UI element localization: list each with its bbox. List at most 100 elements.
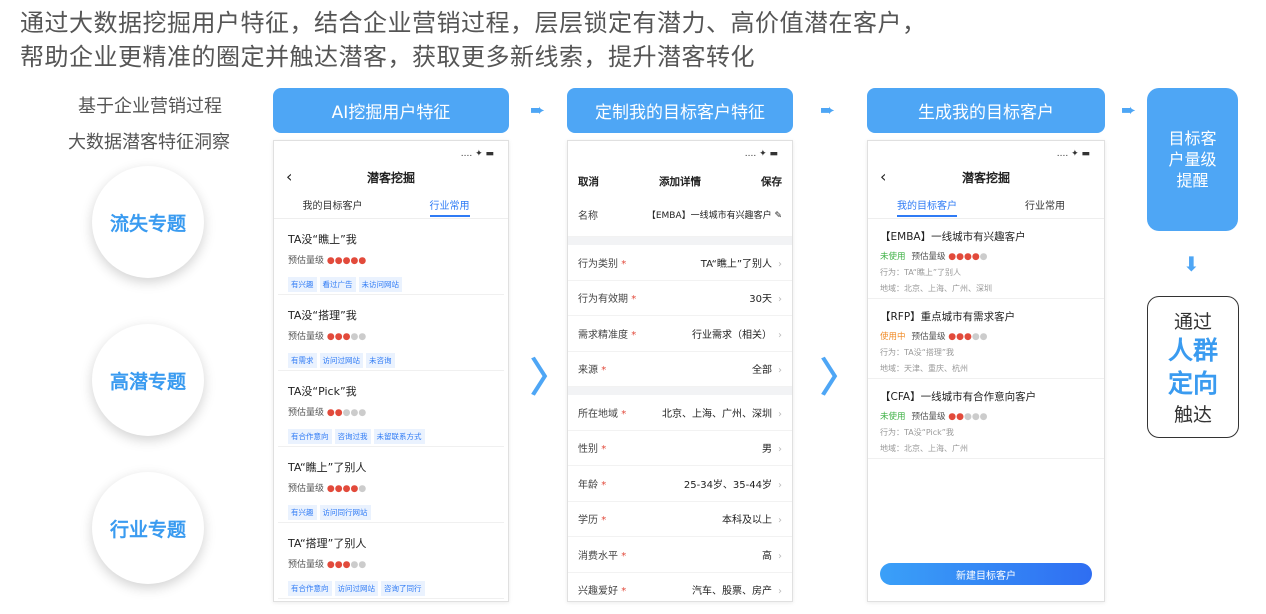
target-card[interactable]: 【EMBA】一线城市有兴趣客户 未使用 预估量级 ●●●●● 行为：TA“瞧上”了别人… bbox=[868, 219, 1104, 299]
drop-icon: ● bbox=[979, 412, 988, 422]
card-title: 【RFP】重点城市有需求客户 bbox=[880, 311, 1016, 323]
card-meta: 行为：TA没“搭理”我 bbox=[880, 348, 955, 357]
form-row[interactable]: 所在地域 * 北京、上海、广州、深圳 › bbox=[568, 395, 792, 431]
drop-icon: ● bbox=[334, 408, 343, 418]
drop-icon: ● bbox=[956, 412, 964, 422]
form-value[interactable]: 本科及以上 › bbox=[722, 511, 782, 526]
form-value[interactable]: 30天 › bbox=[749, 290, 782, 305]
form-value[interactable]: 行业需求（相关） › bbox=[692, 326, 782, 341]
form-row[interactable]: 学历 * 本科及以上 › bbox=[568, 502, 792, 537]
grade-row: 预估量级 ●●●●● bbox=[288, 408, 367, 418]
status-badge: 未使用 bbox=[880, 412, 906, 422]
volume-reminder-box[interactable]: 目标客 户量级 提醒 bbox=[1147, 88, 1238, 231]
feature-card[interactable]: TA没“瞧上”我 预估量级 ●●●●● 有兴趣 看过广告 未访问网站 bbox=[278, 219, 504, 295]
tag[interactable]: 有合作意向 bbox=[288, 581, 332, 596]
tab-industry-common[interactable]: 行业常用 bbox=[391, 193, 508, 218]
tab-my-targets[interactable]: 我的目标客户 bbox=[868, 193, 986, 218]
tag[interactable]: 未访问网站 bbox=[358, 277, 402, 292]
form-row[interactable]: 消费水平 * 高 › bbox=[568, 537, 792, 573]
form-value[interactable]: TA“瞧上”了别人 › bbox=[701, 255, 782, 270]
tag[interactable]: 访问过网站 bbox=[319, 353, 363, 368]
form-row[interactable]: 兴趣爱好 * 汽车、股票、房产 › bbox=[568, 573, 792, 602]
tag[interactable]: 有需求 bbox=[288, 353, 317, 368]
bubble-industry-topic[interactable]: 行业专题 bbox=[92, 472, 204, 584]
form-row[interactable]: 年龄 * 25-34岁、35-44岁 › bbox=[568, 466, 792, 502]
form-value[interactable]: 【EMBA】一线城市有兴趣客户 ✎ bbox=[647, 208, 782, 221]
headline-line-2: 帮助企业更精准的圈定并触达潜客，获取更多新线索，提升潜客转化 bbox=[20, 43, 755, 71]
form-value[interactable]: 全部 › bbox=[752, 361, 782, 376]
tag[interactable]: 访问过网站 bbox=[334, 581, 378, 596]
step-customize-features[interactable]: 定制我的目标客户特征 bbox=[567, 88, 793, 133]
new-target-button[interactable]: 新建目标客户 bbox=[880, 563, 1092, 585]
form-row-name[interactable]: 名称 【EMBA】一线城市有兴趣客户 ✎ bbox=[568, 193, 792, 237]
drop-icon: ● bbox=[326, 256, 335, 266]
form-value[interactable]: 高 › bbox=[762, 547, 782, 562]
form-value[interactable]: 北京、上海、广州、深圳 › bbox=[662, 405, 782, 420]
form-key: 来源 * bbox=[578, 365, 607, 377]
status-bar: .... ✦ ▬ bbox=[460, 149, 494, 159]
drop-icon: ● bbox=[948, 412, 957, 422]
cancel-button[interactable]: 取消 bbox=[578, 174, 599, 189]
form-header: 取消 添加详情 保存 bbox=[568, 169, 792, 193]
feature-list: TA没“瞧上”我 预估量级 ●●●●● 有兴趣 看过广告 未访问网站 TA没“搭理”我 预估… bbox=[274, 219, 508, 599]
tab-my-targets[interactable]: 我的目标客户 bbox=[274, 193, 391, 218]
form-row[interactable]: 行为有效期 * 30天 › bbox=[568, 281, 792, 316]
form-row[interactable]: 需求精准度 * 行业需求（相关） › bbox=[568, 316, 792, 352]
drop-icon: ● bbox=[948, 332, 957, 342]
arrow-right-icon: ➨ bbox=[1121, 100, 1137, 121]
form-row[interactable]: 行为类别 * TA“瞧上”了别人 › bbox=[568, 245, 792, 281]
step-ai-mining[interactable]: AI挖掘用户特征 bbox=[273, 88, 509, 133]
card-meta: 行为：TA没“Pick”我 bbox=[880, 428, 954, 437]
back-icon[interactable]: ‹ bbox=[286, 167, 292, 186]
feature-card[interactable]: TA“瞧上”了别人 预估量级 ●●●●● 有兴趣 访问同行网站 bbox=[278, 447, 504, 523]
target-card[interactable]: 【RFP】重点城市有需求客户 使用中 预估量级 ●●●●● 行为：TA没“搭理”我 地域… bbox=[868, 299, 1104, 379]
drop-icon: ● bbox=[326, 408, 335, 418]
page-title: 添加详情 bbox=[659, 175, 701, 188]
tag[interactable]: 访问同行网站 bbox=[319, 505, 371, 520]
drop-icon: ● bbox=[971, 252, 980, 262]
chevron-right-icon: › bbox=[778, 408, 782, 420]
feature-card[interactable]: TA没“Pick”我 预估量级 ●●●●● 有合作意向 咨询过我 未留联系方式 bbox=[278, 371, 504, 447]
tab-industry-common[interactable]: 行业常用 bbox=[986, 193, 1104, 218]
tag[interactable]: 咨询过我 bbox=[334, 429, 371, 444]
feature-card[interactable]: TA“搭理”了别人 预估量级 ●●●●● 有合作意向 访问过网站 咨询了同行 bbox=[278, 523, 504, 599]
grade-row: 预估量级 ●●●●● bbox=[288, 484, 367, 494]
bubble-churn-topic[interactable]: 流失专题 bbox=[92, 166, 204, 278]
drop-icon: ● bbox=[358, 560, 367, 570]
form-key: 性别 * bbox=[578, 444, 607, 456]
card-title: 【CFA】一线城市有合作意向客户 bbox=[880, 391, 1037, 403]
tag[interactable]: 有兴趣 bbox=[288, 505, 317, 520]
status-badge: 未使用 bbox=[880, 252, 906, 262]
step-generate-customers[interactable]: 生成我的目标客户 bbox=[867, 88, 1105, 133]
form-key: 行为类别 * bbox=[578, 258, 627, 270]
card-title: 【EMBA】一线城市有兴趣客户 bbox=[880, 231, 1026, 243]
grade-row: 预估量级 ●●●●● bbox=[288, 560, 367, 570]
back-icon[interactable]: ‹ bbox=[880, 167, 886, 186]
tag[interactable]: 未留联系方式 bbox=[373, 429, 425, 444]
form-key: 所在地域 * bbox=[578, 408, 627, 420]
tag[interactable]: 咨询了同行 bbox=[381, 581, 425, 596]
drop-icon: ● bbox=[948, 252, 957, 262]
tag[interactable]: 未咨询 bbox=[366, 353, 395, 368]
card-meta: 地域：北京、上海、广州 bbox=[880, 444, 968, 453]
tab-bar: 我的目标客户 行业常用 bbox=[274, 193, 508, 219]
feature-card[interactable]: TA没“搭理”我 预估量级 ●●●●● 有需求 访问过网站 未咨询 bbox=[278, 295, 504, 371]
card-title: TA“搭理”了别人 bbox=[288, 537, 367, 550]
chevron-right-icon: › bbox=[778, 550, 782, 562]
form-value[interactable]: 25-34岁、35-44岁 › bbox=[684, 476, 782, 491]
chevron-right-icon: › bbox=[778, 329, 782, 341]
card-title: TA没“搭理”我 bbox=[288, 309, 357, 322]
tag[interactable]: 看过广告 bbox=[319, 277, 356, 292]
tag[interactable]: 有合作意向 bbox=[288, 429, 332, 444]
status-row: 使用中 预估量级 ●●●●● bbox=[880, 332, 988, 342]
phone-my-targets: .... ✦ ▬ ‹ 潜客挖掘 我的目标客户 行业常用 【EMBA】一线城市有兴… bbox=[867, 140, 1105, 602]
bubble-high-potential-topic[interactable]: 高潜专题 bbox=[92, 324, 204, 436]
form-value[interactable]: 汽车、股票、房产 › bbox=[692, 582, 782, 597]
save-button[interactable]: 保存 bbox=[761, 174, 782, 189]
tag[interactable]: 有兴趣 bbox=[288, 277, 317, 292]
form-row[interactable]: 性别 * 男 › bbox=[568, 431, 792, 466]
form-row[interactable]: 来源 * 全部 › bbox=[568, 352, 792, 387]
target-card[interactable]: 【CFA】一线城市有合作意向客户 未使用 预估量级 ●●●●● 行为：TA没“Pick… bbox=[868, 379, 1104, 459]
tag-list: 有合作意向 咨询过我 未留联系方式 bbox=[288, 424, 494, 444]
form-value[interactable]: 男 › bbox=[762, 440, 782, 455]
